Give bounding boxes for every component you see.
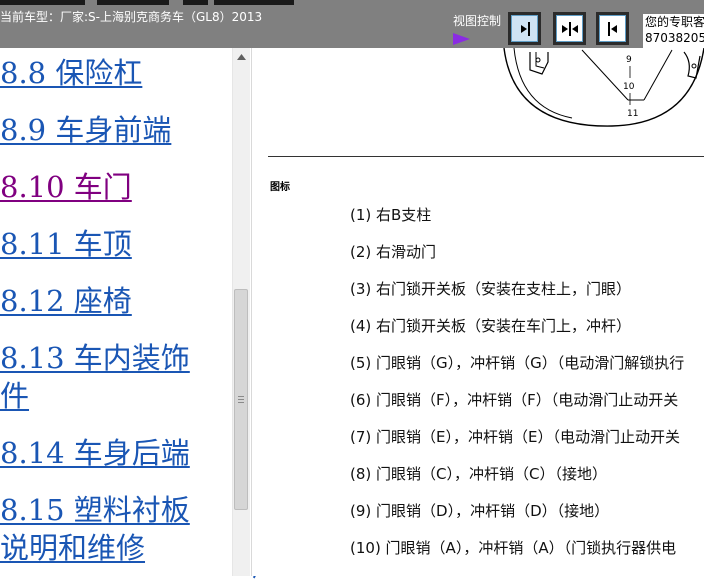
- table-of-contents: 8.8 保险杠 8.9 车身前端 8.10 车门 8.11 车顶 8.12 座椅…: [0, 48, 232, 576]
- legend-title: 图标: [270, 182, 290, 193]
- toolbar-strip: [97, 0, 169, 5]
- toc-item-doors[interactable]: 8.10 车门: [0, 168, 132, 206]
- toc-scrollbar[interactable]: [232, 48, 250, 576]
- view-expand-right-button[interactable]: [508, 12, 541, 45]
- pointer-arrow-icon: [453, 33, 470, 45]
- toc-item-roof[interactable]: 8.11 车顶: [0, 225, 132, 263]
- callout-label: 9: [626, 55, 632, 65]
- toolbar-strip: [214, 0, 294, 5]
- legend-item: (5) 门眼销（G），冲杆销（G）（电动滑门解锁执行: [350, 354, 685, 372]
- legend-item: (6) 门眼销（F），冲杆销（F）（电动滑门止动开关: [350, 391, 679, 409]
- legend-item: (4) 右门锁开关板（安装在车门上，冲杆）: [350, 317, 632, 335]
- section-rule: [268, 156, 704, 157]
- legend-item: (10) 门眼销（A），冲杆销（A）（门锁执行器供电: [350, 539, 677, 557]
- toc-item-interior-trim-cont[interactable]: 件: [0, 377, 29, 415]
- toc-item-interior-trim[interactable]: 8.13 车内装饰: [0, 339, 190, 377]
- view-control-label: 视图控制: [453, 14, 502, 28]
- toolbar-strip: [183, 0, 208, 5]
- arrow-right-bar-icon: [520, 21, 530, 36]
- current-car-model: 当前车型：厂家:S-上海别克商务车（GL8）2013: [0, 10, 263, 24]
- legend-item: (7) 门眼销（E），冲杆销（E）（电动滑门止动开关: [350, 428, 680, 446]
- arrow-left-bar-icon: [607, 21, 617, 36]
- toc-item-rear-body[interactable]: 8.14 车身后端: [0, 434, 190, 472]
- grip-line: [238, 396, 244, 397]
- legend-item: (2) 右滑动门: [350, 243, 437, 261]
- view-split-button[interactable]: [553, 12, 586, 45]
- document-content: 9 10 11 图标 (1) 右B支柱 (2) 右滑动门 (3) 右门锁开关板（…: [252, 48, 704, 576]
- callout-label: 10: [623, 82, 635, 92]
- legend-item: (3) 右门锁开关板（安装在支柱上，门眼）: [350, 280, 632, 298]
- scroll-up-button[interactable]: [233, 48, 250, 65]
- connector-illustration: 9 10 11: [503, 48, 704, 127]
- top-toolbar: 当前车型：厂家:S-上海别克商务车（GL8）2013 视图控制 您的专职客 87…: [0, 0, 704, 48]
- toc-item-bumper[interactable]: 8.8 保险杠: [0, 54, 142, 92]
- grip-line: [238, 399, 244, 400]
- chevron-up-icon: [237, 53, 246, 60]
- callout-label: 11: [627, 109, 638, 119]
- arrows-inward-icon: [561, 21, 578, 36]
- view-expand-left-button[interactable]: [596, 12, 629, 45]
- toc-item-plastic-panels[interactable]: 8.15 塑料衬板: [0, 491, 190, 529]
- legend-item: (8) 门眼销（C），冲杆销（C）（接地）: [350, 465, 607, 483]
- legend-item: (1) 右B支柱: [350, 206, 432, 224]
- expert-title: 您的专职客: [645, 15, 704, 29]
- legend-item: (9) 门眼销（D），冲杆销（D）（接地）: [350, 502, 610, 520]
- expert-phone: 87038205: [645, 31, 704, 45]
- toolbar-strip: [0, 0, 85, 5]
- toc-item-plastic-panels-cont[interactable]: 说明和维修: [0, 529, 145, 567]
- toc-item-seats[interactable]: 8.12 座椅: [0, 282, 132, 320]
- expert-contact: 您的专职客 87038205: [643, 14, 704, 48]
- connector-diagram: 9 10 11: [252, 48, 704, 160]
- grip-line: [238, 402, 244, 403]
- scroll-thumb[interactable]: [234, 289, 248, 510]
- toc-item-front-body[interactable]: 8.9 车身前端: [0, 111, 171, 149]
